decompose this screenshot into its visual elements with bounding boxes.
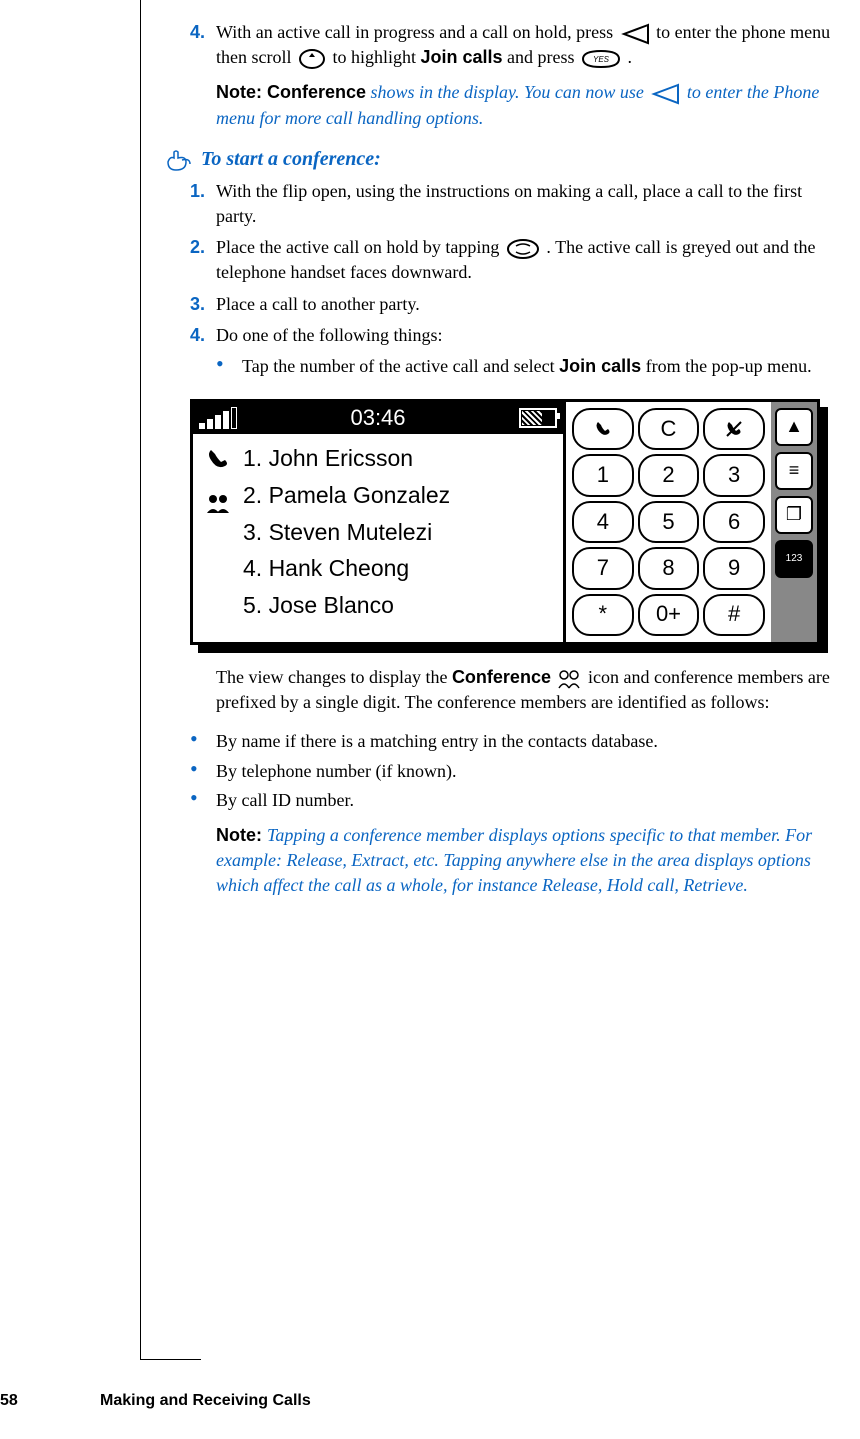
key-mute[interactable] [703, 408, 765, 450]
key-call[interactable] [572, 408, 634, 450]
note-label: Note: [216, 82, 267, 102]
text: from the pop-up menu. [646, 356, 812, 376]
side-menu-icon[interactable]: ≡ [775, 452, 813, 490]
bullet-item: • By call ID number. [190, 788, 840, 813]
key-8[interactable]: 8 [638, 547, 700, 589]
list-item[interactable]: 4. Hank Cheong [243, 550, 450, 587]
bullet-body: By call ID number. [216, 788, 840, 813]
text: and press [507, 47, 579, 67]
bullet-item: • By telephone number (if known). [190, 759, 840, 784]
hold-key-icon [506, 238, 540, 260]
note-label: Note: [216, 825, 267, 845]
text: Tap the number of the active call and se… [242, 356, 559, 376]
key-star[interactable]: * [572, 594, 634, 636]
side-bar: ▲ ≡ ❐ 123 [771, 402, 817, 642]
page-content: 4. With an active call in progress and a… [190, 20, 840, 899]
signal-icon [199, 407, 237, 429]
step-3: 3. Place a call to another party. [190, 292, 840, 317]
step-body: Place the active call on hold by tapping… [216, 235, 840, 285]
bullet-body: Tap the number of the active call and se… [242, 354, 840, 379]
step-body: With the flip open, using the instructio… [216, 179, 840, 229]
key-5[interactable]: 5 [638, 501, 700, 543]
note-block-1: Note: Conference shows in the display. Y… [216, 80, 840, 130]
text: Place the active call on hold by tapping [216, 237, 504, 257]
key-0[interactable]: 0+ [638, 594, 700, 636]
key-3[interactable]: 3 [703, 454, 765, 496]
page-footer: 58 Making and Receiving Calls [0, 1390, 311, 1412]
call-list: 1. John Ericsson 2. Pamela Gonzalez 3. S… [243, 440, 450, 636]
note-text: shows in the display. You can now use [366, 82, 648, 102]
list-item[interactable]: 1. John Ericsson [243, 440, 450, 477]
key-9[interactable]: 9 [703, 547, 765, 589]
side-keyboard-icon[interactable]: 123 [775, 540, 813, 578]
note-text: Tapping a conference member displays opt… [216, 825, 812, 895]
section-title: Making and Receiving Calls [100, 1390, 311, 1412]
left-key-icon [650, 83, 680, 105]
conference-bold: Conference [267, 82, 366, 102]
step-4: 4. Do one of the following things: [190, 323, 840, 348]
bullet-body: By telephone number (if known). [216, 759, 840, 784]
step-body: Do one of the following things: [216, 323, 840, 348]
join-calls-label: Join calls [421, 47, 503, 67]
handset-icon [205, 446, 231, 479]
conference-icon [557, 668, 581, 690]
list-item[interactable]: 2. Pamela Gonzalez [243, 477, 450, 514]
text: The view changes to display the [216, 667, 452, 687]
status-bar: 03:46 [193, 402, 563, 434]
bullet-body: By name if there is a matching entry in … [216, 729, 840, 754]
side-up-icon[interactable]: ▲ [775, 408, 813, 446]
side-windows-icon[interactable]: ❐ [775, 496, 813, 534]
battery-icon [519, 408, 557, 428]
yes-key-icon: YES [581, 49, 621, 69]
key-7[interactable]: 7 [572, 547, 634, 589]
sub-bullet: • Tap the number of the active call and … [216, 354, 840, 379]
after-phone-text: The view changes to display the Conferen… [216, 665, 840, 715]
key-hash[interactable]: # [703, 594, 765, 636]
svg-text:YES: YES [593, 55, 610, 64]
step-1: 1. With the flip open, using the instruc… [190, 179, 840, 229]
scroll-key-icon [298, 48, 326, 70]
key-4[interactable]: 4 [572, 501, 634, 543]
keypad: C 1 2 3 4 5 6 7 8 9 * 0+ # [563, 402, 771, 642]
step-2: 2. Place the active call on hold by tapp… [190, 235, 840, 285]
conference-icon [205, 491, 231, 524]
text: With an active call in progress and a ca… [216, 22, 618, 42]
list-item[interactable]: 5. Jose Blanco [243, 587, 450, 624]
heading-text: To start a conference: [201, 148, 381, 170]
bullet-item: • By name if there is a matching entry i… [190, 729, 840, 754]
margin-rule [140, 0, 201, 1360]
text: to highlight [332, 47, 420, 67]
step-body: With an active call in progress and a ca… [216, 20, 840, 70]
conference-label: Conference [452, 667, 551, 687]
key-1[interactable]: 1 [572, 454, 634, 496]
step-body: Place a call to another party. [216, 292, 840, 317]
key-2[interactable]: 2 [638, 454, 700, 496]
bullet-dot: • [216, 354, 242, 379]
list-item[interactable]: 3. Steven Mutelezi [243, 514, 450, 551]
join-calls-label: Join calls [559, 356, 641, 376]
key-clear[interactable]: C [638, 408, 700, 450]
key-6[interactable]: 6 [703, 501, 765, 543]
procedure-heading: To start a conference: [162, 145, 840, 173]
page-number: 58 [0, 1390, 40, 1412]
phone-screenshot: 03:46 1. John Eric [190, 399, 820, 645]
note-block-2: Note: Tapping a conference member displa… [216, 823, 840, 899]
left-key-icon [620, 23, 650, 45]
clock: 03:46 [350, 403, 405, 434]
step-4-top: 4. With an active call in progress and a… [190, 20, 840, 70]
text: . [628, 47, 633, 67]
